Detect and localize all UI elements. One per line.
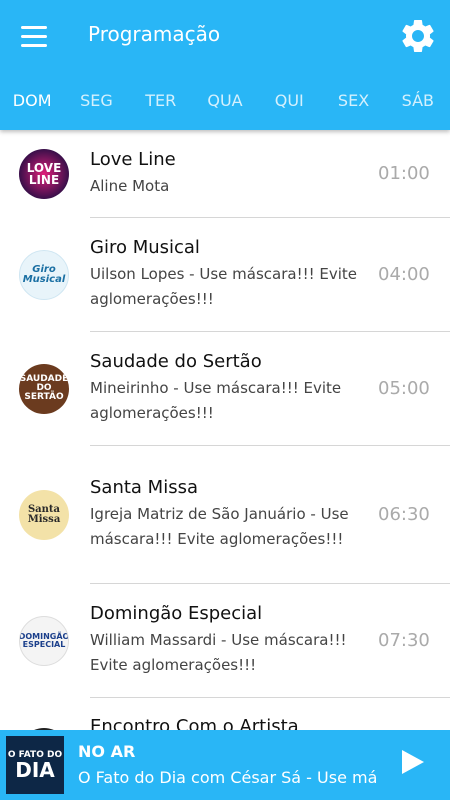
program-list: LOVE LINE Love Line Aline Mota 01:00 Gir…	[0, 130, 450, 730]
app-header: Programação DOM SEG TER QUA QUI SEX SÁB	[0, 0, 450, 130]
on-air-label: NO AR	[78, 742, 136, 761]
tab-sex[interactable]: SEX	[321, 86, 385, 116]
tab-dom[interactable]: DOM	[0, 86, 64, 116]
list-item[interactable]: Encontro Com o Artista	[19, 698, 450, 730]
program-host: Aline Mota	[90, 176, 170, 195]
tab-sab[interactable]: SÁB	[386, 86, 450, 116]
list-item[interactable]: SAUDADE DO SERTÃO Saudade do Sertão Mine…	[19, 332, 450, 446]
hamburger-menu-icon[interactable]	[14, 18, 54, 54]
day-tabs: DOM SEG TER QUA QUI SEX SÁB	[0, 86, 450, 116]
program-time: 06:30	[378, 504, 430, 525]
program-name: Love Line	[90, 148, 176, 170]
program-name: Encontro Com o Artista	[90, 716, 299, 730]
program-name: Santa Missa	[90, 477, 198, 498]
program-logo: SAUDADE DO SERTÃO	[19, 363, 69, 414]
list-item[interactable]: Giro Musical Giro Musical Uilson Lopes -…	[19, 218, 450, 332]
page-title: Programação	[88, 22, 221, 46]
program-name: Giro Musical	[90, 237, 200, 258]
program-host: Igreja Matriz de São Januário - Use másc…	[90, 505, 349, 548]
now-playing-bar[interactable]: O FATO DO DIA NO AR O Fato do Dia com Cé…	[0, 730, 450, 800]
program-name: Domingão Especial	[90, 603, 263, 624]
program-logo: Giro Musical	[19, 249, 69, 300]
program-time: 01:00	[378, 163, 430, 184]
program-logo: DOMINGÃO ESPECIAL	[19, 615, 69, 666]
tab-qui[interactable]: QUI	[257, 86, 321, 116]
tab-seg[interactable]: SEG	[64, 86, 128, 116]
now-playing-title: O Fato do Dia com César Sá - Use más	[78, 768, 378, 787]
program-host: William Massardi - Use máscara!!! Evite …	[90, 631, 347, 674]
gear-icon[interactable]	[398, 16, 438, 56]
now-playing-thumbnail: O FATO DO DIA	[6, 736, 64, 794]
list-item[interactable]: DOMINGÃO ESPECIAL Domingão Especial Will…	[19, 584, 450, 698]
program-time: 04:00	[378, 264, 430, 285]
program-logo: Santa Missa	[19, 489, 69, 540]
play-icon[interactable]	[402, 750, 424, 774]
program-host: Mineirinho - Use máscara!!! Evite aglome…	[90, 379, 342, 422]
program-logo: LOVE LINE	[19, 148, 69, 199]
program-time: 05:00	[378, 378, 430, 399]
tab-ter[interactable]: TER	[129, 86, 193, 116]
list-item[interactable]: LOVE LINE Love Line Aline Mota 01:00	[19, 130, 450, 218]
program-host: Uilson Lopes - Use máscara!!! Evite aglo…	[90, 265, 358, 308]
tab-qua[interactable]: QUA	[193, 86, 257, 116]
program-name: Saudade do Sertão	[90, 351, 262, 372]
list-item[interactable]: Santa Missa Santa Missa Igreja Matriz de…	[19, 446, 450, 584]
program-time: 07:30	[378, 630, 430, 651]
